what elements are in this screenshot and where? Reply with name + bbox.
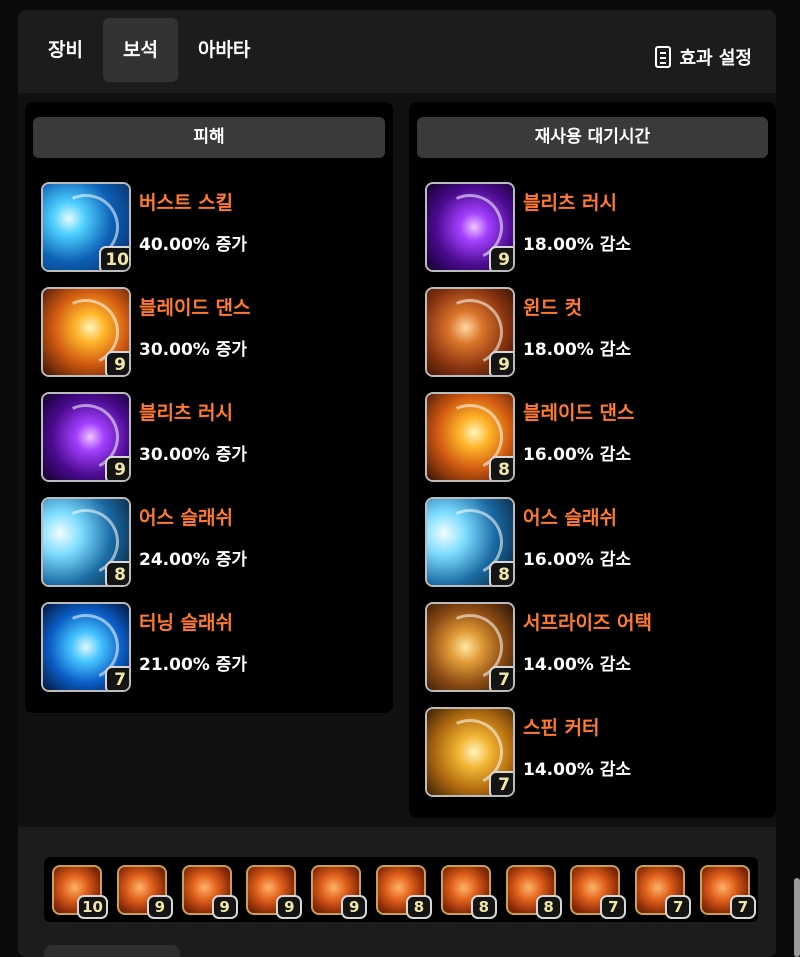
gem-level-badge: 8 bbox=[406, 895, 432, 919]
skill-effect: 30.00% 증가 bbox=[139, 445, 248, 465]
gem-level-badge: 7 bbox=[730, 895, 756, 919]
gold-spin-skill-icon[interactable]: 7 bbox=[425, 707, 515, 797]
damage-panel-title: 피해 bbox=[33, 117, 385, 158]
skill-name: 블리츠 러시 bbox=[139, 402, 234, 424]
cooldown-panel-title: 재사용 대기시간 bbox=[417, 117, 768, 158]
effect-settings-button[interactable]: 효과 설정 bbox=[655, 44, 752, 70]
gem-level-badge: 8 bbox=[105, 561, 129, 585]
skill-effect: 16.00% 감소 bbox=[523, 550, 632, 570]
gem-level-badge: 10 bbox=[77, 895, 108, 919]
gem-level-badge: 7 bbox=[600, 895, 627, 919]
orange-blades-skill-icon[interactable]: 9 bbox=[41, 287, 131, 377]
amber-swirl-skill-icon[interactable]: 7 bbox=[425, 602, 515, 692]
gem-level-badge: 9 bbox=[211, 895, 238, 919]
blue-wave-skill-icon[interactable]: 8 bbox=[41, 497, 131, 587]
gem-slot[interactable]: 9 bbox=[311, 865, 368, 919]
gem-level-badge: 8 bbox=[470, 895, 497, 919]
skill-effect: 40.00% 증가 bbox=[139, 235, 248, 255]
skill-effect: 14.00% 감소 bbox=[523, 655, 632, 675]
skill-effect: 14.00% 감소 bbox=[523, 760, 632, 780]
skill-effect: 24.00% 증가 bbox=[139, 550, 248, 570]
blue-ring-skill-icon[interactable]: 7 bbox=[41, 602, 131, 692]
tab-avatar[interactable]: 아바타 bbox=[178, 18, 270, 82]
skill-name: 터닝 슬래쉬 bbox=[139, 612, 234, 634]
skill-name: 서프라이즈 어택 bbox=[523, 612, 652, 634]
scrollbar[interactable] bbox=[794, 878, 800, 957]
gem-level-badge: 7 bbox=[489, 771, 513, 795]
blue-wave-skill-icon[interactable]: 8 bbox=[425, 497, 515, 587]
gem-level-badge: 10 bbox=[99, 246, 129, 270]
gem-level-badge: 9 bbox=[105, 351, 129, 375]
gem-level-badge: 9 bbox=[276, 895, 303, 919]
gem-level-badge: 7 bbox=[665, 895, 692, 919]
damage-panel: 피해 10 버스트 스킬 40.00% 증가 9 블레이드 댄스 30.00% 증가 9 블리… bbox=[25, 102, 393, 713]
skill-effect: 18.00% 감소 bbox=[523, 235, 632, 255]
tab-bar: 장비 보석 아바타 bbox=[28, 18, 270, 82]
gem-level-badge: 8 bbox=[489, 456, 513, 480]
skill-name: 버스트 스킬 bbox=[139, 192, 234, 214]
orange-blades-skill-icon[interactable]: 8 bbox=[425, 392, 515, 482]
skill-name: 블리츠 러시 bbox=[523, 192, 618, 214]
skill-effect: 30.00% 증가 bbox=[139, 340, 248, 360]
skill-row[interactable]: 8 어스 슬래쉬 16.00% 감소 bbox=[425, 497, 765, 589]
skill-row[interactable]: 9 블리츠 러시 18.00% 감소 bbox=[425, 182, 765, 274]
skill-effect: 21.00% 증가 bbox=[139, 655, 248, 675]
gem-level-badge: 8 bbox=[489, 561, 513, 585]
gem-slot[interactable]: 7 bbox=[570, 865, 627, 919]
gem-level-badge: 9 bbox=[146, 895, 173, 919]
gem-slot[interactable]: 7 bbox=[700, 865, 756, 919]
rust-wind-skill-icon[interactable]: 9 bbox=[425, 287, 515, 377]
skill-name: 어스 슬래쉬 bbox=[139, 507, 234, 529]
bottom-tab[interactable] bbox=[44, 945, 180, 957]
skill-name: 윈드 컷 bbox=[523, 297, 583, 319]
skill-name: 어스 슬래쉬 bbox=[523, 507, 618, 529]
purple-arc-skill-icon[interactable]: 9 bbox=[425, 182, 515, 272]
gem-slot[interactable]: 8 bbox=[376, 865, 432, 919]
gem-slot[interactable]: 9 bbox=[181, 865, 238, 919]
skill-row[interactable]: 7 스핀 커터 14.00% 감소 bbox=[425, 707, 765, 799]
gem-level-badge: 9 bbox=[489, 246, 513, 270]
skill-row[interactable]: 7 서프라이즈 어택 14.00% 감소 bbox=[425, 602, 765, 694]
gem-level-badge: 9 bbox=[489, 351, 513, 375]
skill-row[interactable]: 8 어스 슬래쉬 24.00% 증가 bbox=[41, 497, 381, 589]
gem-slot[interactable]: 8 bbox=[505, 865, 562, 919]
skill-name: 블레이드 댄스 bbox=[139, 297, 251, 319]
skill-effect: 18.00% 감소 bbox=[523, 340, 632, 360]
gem-slot[interactable]: 8 bbox=[440, 865, 497, 919]
skill-row[interactable]: 7 터닝 슬래쉬 21.00% 증가 bbox=[41, 602, 381, 694]
gem-level-badge: 7 bbox=[105, 666, 129, 690]
purple-arc-skill-icon[interactable]: 9 bbox=[41, 392, 131, 482]
gem-slot[interactable]: 9 bbox=[116, 865, 173, 919]
skill-row[interactable]: 8 블레이드 댄스 16.00% 감소 bbox=[425, 392, 765, 484]
gem-slot[interactable]: 9 bbox=[246, 865, 303, 919]
skill-row[interactable]: 9 윈드 컷 18.00% 감소 bbox=[425, 287, 765, 379]
gem-level-badge: 9 bbox=[105, 456, 129, 480]
gem-slot[interactable]: 7 bbox=[635, 865, 692, 919]
tab-equipment[interactable]: 장비 bbox=[28, 18, 103, 82]
skill-effect: 16.00% 감소 bbox=[523, 445, 632, 465]
gem-level-badge: 9 bbox=[341, 895, 368, 919]
skill-row[interactable]: 10 버스트 스킬 40.00% 증가 bbox=[41, 182, 381, 274]
skill-row[interactable]: 9 블레이드 댄스 30.00% 증가 bbox=[41, 287, 381, 379]
gem-slot[interactable]: 10 bbox=[52, 865, 108, 919]
skill-name: 블레이드 댄스 bbox=[523, 402, 635, 424]
gem-level-badge: 7 bbox=[489, 666, 513, 690]
effect-settings-label: 효과 설정 bbox=[679, 48, 752, 69]
gem-bar: 10 9 9 9 9 8 8 8 7 7 7 bbox=[44, 857, 758, 922]
tab-gems[interactable]: 보석 bbox=[102, 18, 178, 82]
skill-row[interactable]: 9 블리츠 러시 30.00% 증가 bbox=[41, 392, 381, 484]
document-icon bbox=[655, 46, 672, 68]
gem-level-badge: 8 bbox=[535, 895, 562, 919]
cooldown-panel: 재사용 대기시간 9 블리츠 러시 18.00% 감소 9 윈드 컷 18.00% 감소 8… bbox=[409, 102, 776, 818]
skill-name: 스핀 커터 bbox=[523, 717, 600, 739]
blue-burst-skill-icon[interactable]: 10 bbox=[41, 182, 131, 272]
